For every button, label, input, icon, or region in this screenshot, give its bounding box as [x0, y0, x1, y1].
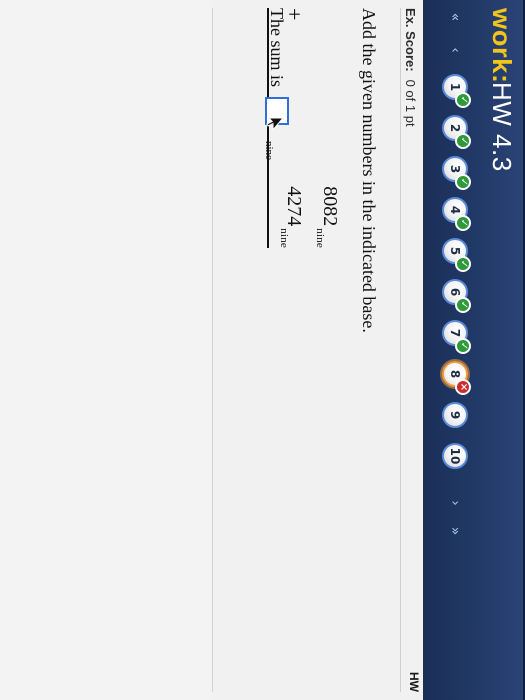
rotated-screen: work: HW 4.3 « ‹ 1 ✓ 2 ✓ 3 ✓ 4 ✓ 5 ✓ 6 ✓…: [0, 0, 525, 700]
addend-1-base: nine: [314, 228, 326, 248]
question-button-1[interactable]: 1 ✓: [442, 74, 471, 108]
x-badge-icon: ×: [455, 379, 471, 395]
question-button-4[interactable]: 4 ✓: [442, 197, 471, 231]
question-button-8[interactable]: 8 ×: [442, 361, 471, 395]
check-badge-icon: ✓: [455, 133, 471, 149]
addend-1: 8082 nine: [314, 186, 341, 248]
hw-tag: HW: [407, 672, 421, 692]
previous-question-icon[interactable]: ‹: [446, 41, 464, 59]
assignment-title: HW 4.3: [487, 82, 517, 172]
question-prompt: Add the given numbers in the indicated b…: [359, 8, 379, 333]
question-button-2[interactable]: 2 ✓: [442, 115, 471, 149]
question-number: 10: [448, 447, 462, 465]
first-question-icon[interactable]: «: [446, 8, 464, 26]
addend-2: 4274 nine: [278, 186, 305, 248]
photo-stage: work: HW 4.3 « ‹ 1 ✓ 2 ✓ 3 ✓ 4 ✓ 5 ✓ 6 ✓…: [0, 0, 525, 700]
addend-1-value: 8082: [319, 186, 341, 227]
content-area: [0, 0, 212, 700]
score-value: 0 of 1 pt: [403, 79, 419, 127]
question-button-9[interactable]: 9: [442, 402, 468, 428]
question-number: 6: [448, 287, 462, 297]
question-number: 2: [448, 123, 462, 133]
sum-label: The sum is: [267, 8, 288, 87]
brand: work:: [487, 8, 517, 84]
question-number: 4: [448, 205, 462, 215]
next-question-icon[interactable]: ›: [446, 494, 464, 512]
question-button-10[interactable]: 10: [442, 443, 468, 469]
check-badge-icon: ✓: [455, 92, 471, 108]
addition-problem: 8082 nine + 4274 nine: [235, 8, 345, 248]
question-number: 5: [448, 246, 462, 256]
score-label: Ex. Score:: [403, 8, 419, 72]
check-badge-icon: ✓: [455, 297, 471, 313]
addend-2-base: nine: [278, 228, 290, 248]
question-button-3[interactable]: 3 ✓: [442, 156, 471, 190]
check-badge-icon: ✓: [455, 338, 471, 354]
check-badge-icon: ✓: [455, 256, 471, 272]
header: work: HW 4.3 « ‹ 1 ✓ 2 ✓ 3 ✓ 4 ✓ 5 ✓ 6 ✓…: [423, 0, 525, 700]
question-nav: « ‹ 1 ✓ 2 ✓ 3 ✓ 4 ✓ 5 ✓ 6 ✓ 7 ✓ 8 × 9 10…: [437, 8, 473, 692]
sum-row: The sum is nine: [263, 8, 289, 160]
check-badge-icon: ✓: [455, 215, 471, 231]
nav-right-arrows: › »: [446, 494, 464, 540]
score: Ex. Score: 0 of 1 pt: [401, 8, 421, 692]
question-button-5[interactable]: 5 ✓: [442, 238, 471, 272]
content-rule: [212, 8, 213, 692]
addend-2-value: 4274: [283, 186, 305, 227]
question-number: 8: [448, 369, 462, 379]
divider: [400, 8, 401, 692]
question-number: 7: [448, 328, 462, 338]
question-number: 3: [448, 164, 462, 174]
check-badge-icon: ✓: [455, 174, 471, 190]
question-number: 1: [448, 82, 462, 92]
question-button-7[interactable]: 7 ✓: [442, 320, 471, 354]
question-number: 9: [448, 410, 462, 420]
answer-base: nine: [263, 141, 275, 160]
question-panel: Add the given numbers in the indicated b…: [225, 8, 385, 692]
question-button-6[interactable]: 6 ✓: [442, 279, 471, 313]
last-question-icon[interactable]: »: [446, 522, 464, 540]
answer-input[interactable]: [265, 97, 289, 125]
